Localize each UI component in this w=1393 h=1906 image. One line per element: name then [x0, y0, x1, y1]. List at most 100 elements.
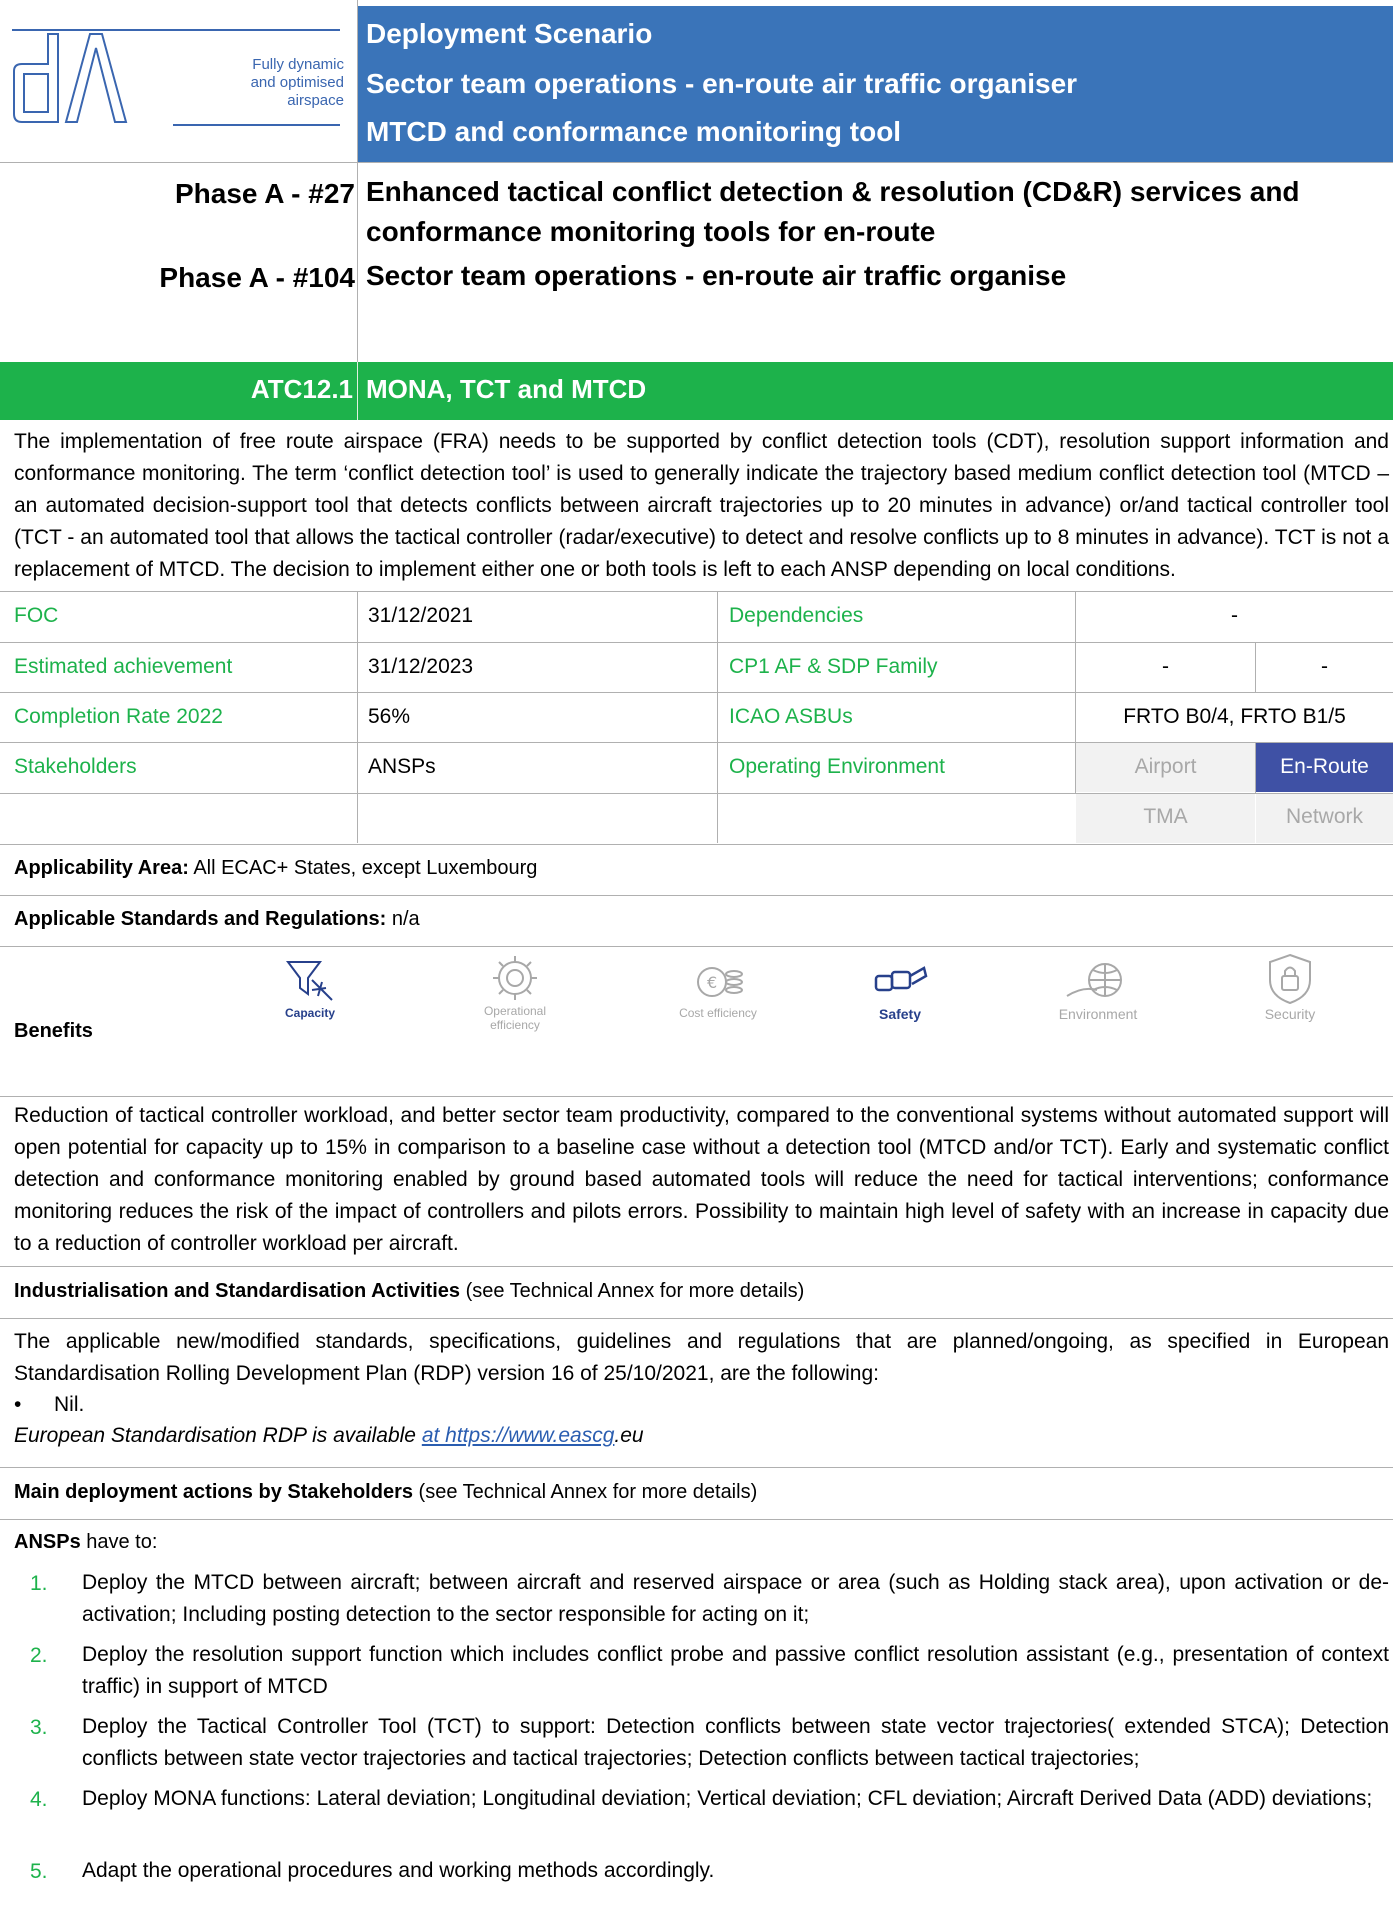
- list-item: Deploy the MTCD between aircraft; betwee…: [82, 1571, 1389, 1626]
- phase-text: Sector team operations - en-route air tr…: [366, 260, 1067, 291]
- foc-value: 31/12/2021: [368, 604, 474, 627]
- list-number: 1.: [30, 1572, 48, 1595]
- list-item: Deploy the Tactical Controller Tool (TCT…: [82, 1715, 1389, 1770]
- seatbelt-icon: [874, 966, 928, 992]
- completion-rate-value: 56%: [368, 705, 411, 728]
- stakeholders-value: ANSPs: [368, 755, 436, 778]
- divider: [0, 1318, 1393, 1319]
- globe-leaf-icon: [1066, 963, 1122, 997]
- header-subtitle-2: MTCD and conformance monitoring tool: [366, 116, 902, 147]
- list-number: 3.: [30, 1716, 48, 1739]
- atc-title-bar: ATC12.1 MONA, TCT and MTCD: [0, 362, 1393, 420]
- estimated-achievement-value: 31/12/2023: [368, 655, 474, 678]
- benefit-safety: Safety: [855, 956, 945, 1022]
- logo-tagline: Fully dynamic and optimised airspace: [224, 56, 344, 110]
- env-airport: Airport: [1134, 755, 1197, 778]
- divider: [357, 362, 358, 420]
- ansps-suffix: have to:: [80, 1531, 158, 1553]
- standards-label: Applicable Standards and Regulations:: [14, 908, 387, 930]
- cp1-family-value: -: [1162, 655, 1169, 678]
- rdp-note: European Standardisation RDP is availabl…: [14, 1424, 644, 1448]
- divider: [0, 1096, 1393, 1097]
- cp1-family-value: -: [1321, 655, 1328, 678]
- divider: [0, 946, 1393, 947]
- divider: [0, 692, 1393, 693]
- benefit-label: Security: [1264, 1006, 1316, 1022]
- industrialisation-note: (see Technical Annex for more details): [460, 1280, 805, 1302]
- benefit-security: Security: [1245, 952, 1335, 1022]
- bullet-text: Nil.: [54, 1393, 85, 1416]
- list-item: Deploy MONA functions: Lateral deviation…: [82, 1787, 1373, 1810]
- rdp-prefix: European Standardisation RDP is availabl…: [14, 1424, 422, 1447]
- stakeholders-label: Stakeholders: [14, 755, 137, 778]
- rdp-link[interactable]: at https://www.eascg: [422, 1424, 615, 1447]
- icao-asbus-value: FRTO B0/4, FRTO B1/5: [1123, 705, 1346, 728]
- deployment-title: Main deployment actions by Stakeholders: [14, 1481, 413, 1503]
- cost-icon: €: [697, 967, 743, 997]
- deployment-heading: Main deployment actions by Stakeholders …: [14, 1481, 757, 1504]
- list-item: Deploy the resolution support function w…: [82, 1643, 1389, 1698]
- foc-label: FOC: [14, 604, 59, 627]
- logo-line-1: Fully dynamic: [252, 56, 344, 73]
- icao-asbus-label: ICAO ASBUs: [729, 705, 853, 728]
- completion-rate-label: Completion Rate 2022: [14, 705, 223, 728]
- atc-title: MONA, TCT and MTCD: [366, 374, 647, 404]
- list-number: 4.: [30, 1788, 48, 1811]
- divider: [0, 1519, 1393, 1520]
- divider: [357, 0, 358, 162]
- da-logo-icon: [13, 33, 128, 123]
- ansps-label: ANSPs: [14, 1531, 81, 1553]
- industrialisation-heading: Industrialisation and Standardisation Ac…: [14, 1280, 804, 1303]
- industrialisation-paragraph: The applicable new/modified standards, s…: [14, 1330, 1389, 1385]
- svg-text:€: €: [707, 973, 717, 992]
- benefit-cost-efficiency: € Cost efficiency: [668, 956, 768, 1020]
- dependencies-value: -: [1231, 604, 1238, 627]
- operating-environment-label: Operating Environment: [729, 755, 945, 778]
- logo-top-rule: [12, 29, 340, 31]
- phase-text: Enhanced tactical conflict detection & r…: [366, 176, 1300, 247]
- dependencies-label: Dependencies: [729, 604, 864, 627]
- capacity-icon: [286, 961, 333, 1001]
- gear-icon: [493, 956, 537, 1000]
- divider: [0, 1266, 1393, 1267]
- divider: [0, 162, 1393, 163]
- benefit-label: Capacity: [284, 1006, 336, 1020]
- standards-value: n/a: [386, 908, 420, 930]
- industrialisation-title: Industrialisation and Standardisation Ac…: [14, 1280, 461, 1302]
- divider: [357, 793, 358, 843]
- applicability-area: Applicability Area: All ECAC+ States, ex…: [14, 857, 537, 880]
- header-title: Deployment Scenario: [366, 18, 653, 49]
- applicability-label: Applicability Area:: [14, 857, 189, 879]
- env-network: Network: [1285, 805, 1364, 828]
- cp1-family-label: CP1 AF & SDP Family: [729, 655, 938, 678]
- header-banner: Deployment Scenario Sector team operatio…: [358, 6, 1393, 162]
- estimated-achievement-label: Estimated achievement: [14, 655, 233, 678]
- logo: Fully dynamic and optimised airspace: [0, 0, 357, 162]
- list-item: Adapt the operational procedures and wor…: [82, 1859, 715, 1882]
- divider: [0, 591, 1393, 592]
- atc-code: ATC12.1: [250, 374, 353, 404]
- applicable-standards: Applicable Standards and Regulations: n/…: [14, 908, 420, 931]
- logo-line-3: airspace: [287, 92, 344, 109]
- industrialisation-bullet: • Nil.: [14, 1393, 85, 1416]
- benefits-paragraph: Reduction of tactical controller workloa…: [14, 1104, 1389, 1255]
- env-tma: TMA: [1143, 805, 1188, 828]
- deployment-scenario-page: Fully dynamic and optimised airspace Dep…: [0, 0, 1393, 1906]
- rdp-suffix: .eu: [614, 1424, 644, 1447]
- intro-paragraph: The implementation of free route airspac…: [14, 430, 1389, 581]
- shield-lock-icon: [1269, 953, 1311, 1005]
- phase-label: Phase A - #104: [159, 262, 355, 293]
- logo-bottom-rule: [173, 124, 340, 126]
- divider: [0, 1467, 1393, 1468]
- benefit-label: Cost efficiency: [679, 1006, 757, 1020]
- benefit-capacity: Capacity: [265, 956, 355, 1020]
- benefit-label: Operational efficiency: [483, 1004, 547, 1032]
- benefit-environment: Environment: [1048, 956, 1148, 1022]
- deployment-note: (see Technical Annex for more details): [412, 1481, 758, 1503]
- env-enroute: En-Route: [1280, 755, 1369, 778]
- benefit-label: Environment: [1058, 1006, 1138, 1022]
- phase-label: Phase A - #27: [174, 178, 355, 209]
- divider: [0, 642, 1393, 643]
- header-subtitle: Sector team operations - en-route air tr…: [366, 68, 1078, 99]
- divider: [357, 162, 358, 362]
